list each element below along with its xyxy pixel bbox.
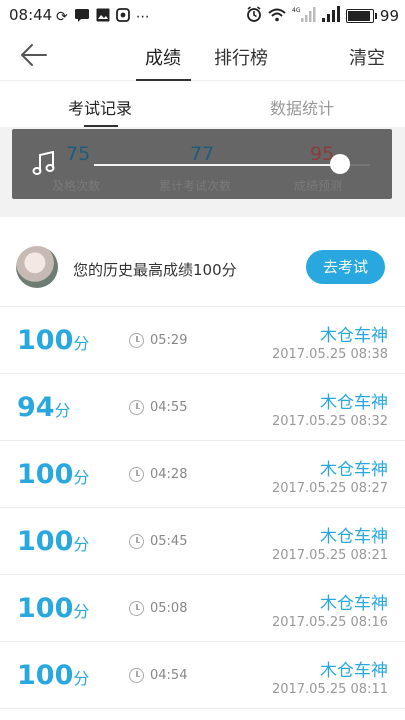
battery-icon [345, 9, 377, 23]
image-icon [96, 7, 110, 26]
clock-icon [129, 601, 144, 616]
clock-icon [129, 333, 144, 348]
player-progress-track [94, 164, 342, 166]
record-duration: 05:08 [150, 601, 188, 616]
record-user-name: 木仓车神 [320, 527, 388, 547]
record-user-name: 木仓车神 [320, 393, 388, 413]
record-duration: 04:54 [150, 668, 188, 683]
record-score: 100分 [17, 526, 89, 557]
clear-button[interactable]: 清空 [349, 44, 385, 70]
app-icon [115, 7, 130, 26]
list-item[interactable]: 100分 05:29 木仓车神 2017.05.25 08:38 [0, 307, 405, 374]
record-datetime: 2017.05.25 08:11 [271, 682, 388, 697]
status-bar: 08:44 ⟳ ⋯ 4G 99 [0, 0, 405, 30]
record-score-value: 94 [17, 392, 55, 423]
pass-count-value: 75 [66, 143, 91, 165]
record-score: 94分 [17, 392, 71, 423]
record-datetime: 2017.05.25 08:21 [271, 548, 388, 563]
record-duration: 04:55 [150, 400, 188, 415]
subtab-exam-records[interactable]: 考试记录 [68, 95, 132, 119]
record-duration: 04:28 [150, 467, 188, 482]
record-datetime: 2017.05.25 08:32 [271, 414, 388, 429]
record-datetime: 2017.05.25 08:27 [271, 481, 388, 496]
record-score-unit: 分 [54, 401, 71, 420]
record-score-value: 100 [17, 593, 74, 624]
subtab-statistics[interactable]: 数据统计 [270, 95, 334, 119]
record-score: 100分 [17, 593, 89, 624]
total-exam-count-value: 77 [190, 143, 215, 165]
avatar [16, 246, 58, 288]
status-right-icons: 4G 99 [246, 6, 399, 26]
list-item[interactable]: 100分 05:45 木仓车神 2017.05.25 08:21 [0, 508, 405, 575]
clock-icon [129, 400, 144, 415]
best-score-text: 您的历史最高成绩100分 [73, 261, 237, 279]
alarm-icon [246, 6, 262, 26]
battery-level: 99 [379, 7, 399, 25]
tab-score[interactable]: 成绩 [145, 44, 181, 70]
record-duration: 05:29 [150, 333, 188, 348]
back-button[interactable] [20, 42, 50, 68]
record-score: 100分 [17, 660, 89, 691]
clock-icon [129, 534, 144, 549]
record-score-unit: 分 [73, 334, 90, 353]
wifi-icon [268, 7, 286, 26]
record-score: 100分 [17, 325, 89, 356]
record-score-value: 100 [17, 325, 74, 356]
total-exam-count-label: 累计考试次数 [159, 179, 232, 193]
tab-ranking[interactable]: 排行榜 [214, 44, 268, 70]
best-score-banner: 您的历史最高成绩100分 去考试 [0, 232, 405, 307]
exam-record-list: 100分 05:29 木仓车神 2017.05.25 08:38 94分 04:55 木仓车… [0, 307, 405, 709]
list-item[interactable]: 100分 04:54 木仓车神 2017.05.25 08:11 [0, 642, 405, 709]
score-prediction-label: 成绩预测 [294, 179, 343, 193]
clock-icon [129, 467, 144, 482]
status-time: 08:44 [9, 6, 53, 24]
list-item[interactable]: 100分 05:08 木仓车神 2017.05.25 08:16 [0, 575, 405, 642]
top-nav: 成绩 排行榜 清空 [0, 30, 405, 81]
record-score-value: 100 [17, 459, 74, 490]
pass-count-label: 及格次数 [52, 179, 101, 193]
record-score-unit: 分 [73, 535, 90, 554]
record-duration: 05:45 [150, 534, 188, 549]
sync-icon: ⟳ [56, 8, 68, 25]
record-score: 100分 [17, 459, 89, 490]
record-score-unit: 分 [73, 468, 90, 487]
signal-icon [321, 6, 340, 26]
record-user-name: 木仓车神 [320, 661, 388, 681]
record-user-name: 木仓车神 [320, 326, 388, 346]
network-4g-label: 4G [292, 7, 301, 14]
list-item[interactable]: 100分 04:28 木仓车神 2017.05.25 08:27 [0, 441, 405, 508]
take-exam-button[interactable]: 去考试 [306, 250, 385, 284]
stats-section: 75 77 95 及格次数 累计考试次数 成绩预测 [0, 127, 405, 217]
record-datetime: 2017.05.25 08:16 [271, 615, 388, 630]
more-icon: ⋯ [135, 8, 150, 25]
player-progress-remaining [350, 164, 370, 166]
clock-icon [129, 668, 144, 683]
record-user-name: 木仓车神 [320, 460, 388, 480]
battery-fill [347, 11, 370, 21]
record-score-value: 100 [17, 526, 74, 557]
list-item[interactable]: 94分 04:55 木仓车神 2017.05.25 08:32 [0, 374, 405, 441]
status-left-icons: ⟳ ⋯ [56, 7, 150, 26]
record-datetime: 2017.05.25 08:38 [271, 347, 388, 362]
arrow-left-icon [21, 44, 47, 66]
stats-card: 75 77 95 及格次数 累计考试次数 成绩预测 [12, 129, 392, 199]
record-user-name: 木仓车神 [320, 594, 388, 614]
record-score-unit: 分 [73, 669, 90, 688]
message-icon [74, 7, 90, 26]
player-progress-handle[interactable] [330, 154, 350, 174]
mobile-4g-signal-icon: 4G [292, 6, 316, 26]
sub-tabs: 考试记录 数据统计 [0, 81, 405, 128]
record-score-unit: 分 [73, 602, 90, 621]
record-score-value: 100 [17, 660, 74, 691]
